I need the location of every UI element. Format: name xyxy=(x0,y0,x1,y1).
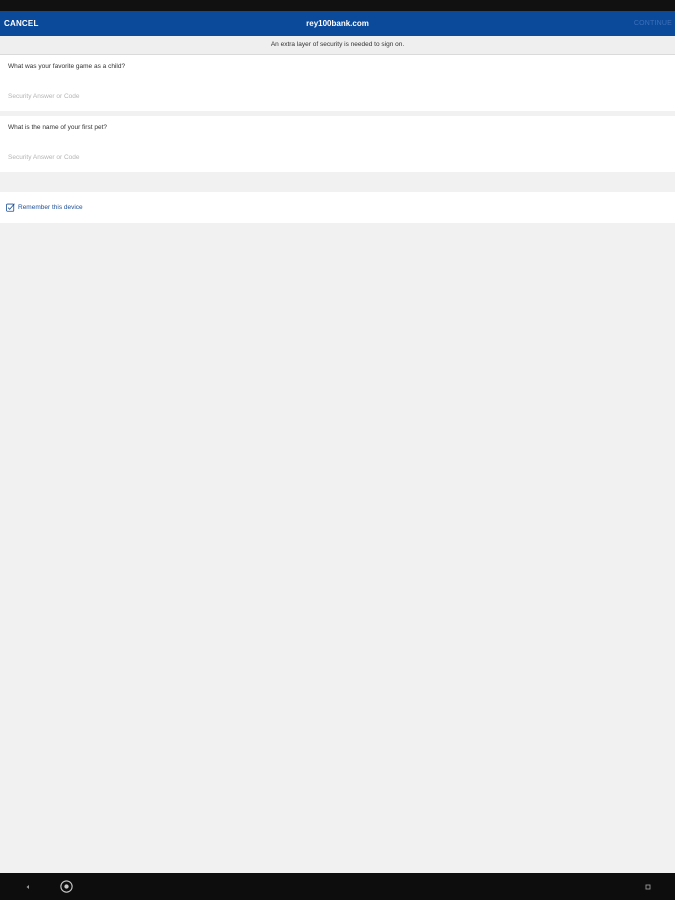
checkbox-icon[interactable] xyxy=(6,203,15,212)
app-bar: CANCEL rey100bank.com CONTINUE xyxy=(0,11,675,36)
menu-icon[interactable] xyxy=(643,882,653,892)
status-bar xyxy=(0,0,675,11)
system-nav-bar xyxy=(0,873,675,900)
security-question-2: What is the name of your first pet? xyxy=(8,124,107,131)
home-icon[interactable] xyxy=(59,879,74,894)
remember-device-row[interactable]: Remember this device xyxy=(0,192,675,223)
continue-button[interactable]: CONTINUE xyxy=(634,11,672,36)
security-question-card-1: What was your favorite game as a child? xyxy=(0,55,675,111)
app-title: rey100bank.com xyxy=(306,19,369,28)
security-question-card-2: What is the name of your first pet? xyxy=(0,116,675,172)
security-answer-input-1[interactable] xyxy=(8,89,648,103)
security-info-message: An extra layer of security is needed to … xyxy=(0,36,675,55)
security-question-1: What was your favorite game as a child? xyxy=(8,63,126,70)
back-icon[interactable] xyxy=(23,882,33,892)
security-answer-input-2[interactable] xyxy=(8,150,648,164)
remember-device-label[interactable]: Remember this device xyxy=(18,192,83,223)
